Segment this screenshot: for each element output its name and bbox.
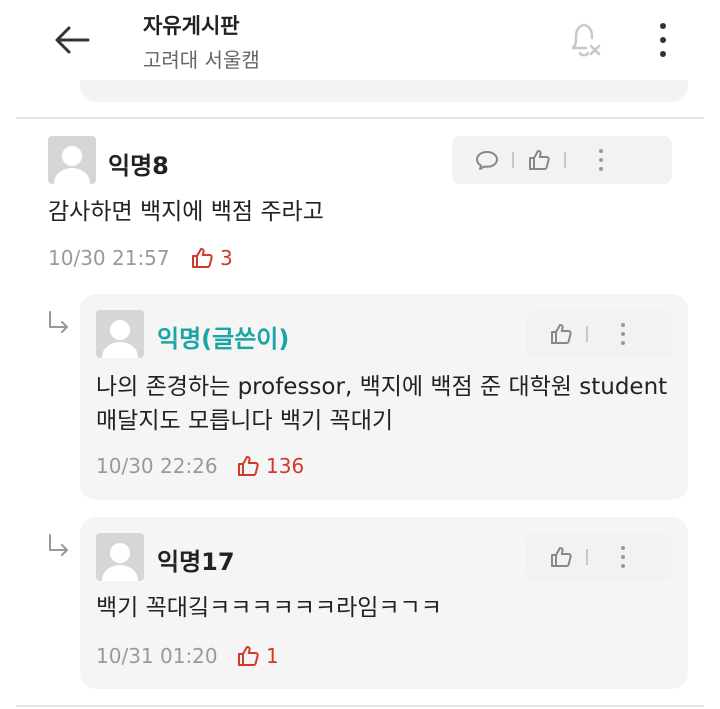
thumbs-up-icon — [192, 248, 213, 268]
comment-like-count: 3 — [190, 246, 233, 270]
more-vertical-icon — [621, 323, 625, 345]
reply-card: 익명(글쓴이) 나의 존경하는 professor, 백지에 백점 준 대학원 … — [80, 294, 688, 500]
reply-action-bar — [526, 533, 672, 581]
comment-more-button[interactable] — [576, 136, 626, 184]
avatar — [96, 533, 144, 581]
avatar — [48, 136, 96, 184]
app-header: 자유게시판 고려대 서울캠 — [0, 0, 720, 88]
comment-text: 감사하면 백지에 백점 주라고 — [48, 199, 324, 225]
comment-icon — [476, 151, 498, 170]
more-vertical-icon — [660, 23, 666, 29]
comment-time: 10/30 21:57 — [48, 246, 170, 270]
reply-arrow-icon — [49, 534, 68, 556]
more-options-button[interactable] — [648, 18, 678, 62]
like-button[interactable] — [514, 136, 564, 184]
thumbs-up-icon — [238, 646, 259, 666]
back-button[interactable] — [52, 22, 92, 58]
reply-time: 10/30 22:26 — [96, 454, 218, 478]
avatar — [96, 310, 144, 358]
reply-time: 10/31 01:20 — [96, 644, 218, 668]
comment-author: 익명8 — [108, 152, 169, 180]
like-count-value: 136 — [266, 454, 305, 478]
reply-card: 익명17 백기 꼭대깈ㅋㅋㅋㅋㅋㅋ라임ㅋㄱㅋ 10/31 01:20 1 — [80, 517, 688, 689]
divider — [16, 705, 704, 707]
more-vertical-icon — [599, 149, 603, 171]
bell-off-icon — [571, 23, 601, 57]
more-vertical-icon — [621, 546, 625, 568]
reply-like-count: 136 — [236, 454, 304, 478]
board-title: 자유게시판 — [143, 14, 240, 38]
reply-button[interactable] — [462, 136, 512, 184]
reply-author-op: 익명(글쓴이) — [157, 325, 290, 353]
thumbs-up-icon — [551, 547, 572, 567]
reply-more-button[interactable] — [598, 310, 648, 358]
reply-action-bar — [526, 310, 672, 358]
thumbs-up-icon — [551, 324, 572, 344]
back-arrow-icon — [55, 26, 90, 54]
board-subtitle: 고려대 서울캠 — [143, 48, 260, 72]
thumbs-up-icon — [238, 456, 259, 476]
thumbs-up-icon — [529, 150, 550, 170]
reply-like-count: 1 — [236, 644, 279, 668]
like-count-value: 1 — [266, 644, 279, 668]
reply-arrow-icon — [49, 311, 68, 333]
comment-action-bar — [452, 136, 672, 184]
previous-reply-card-edge — [80, 80, 688, 102]
divider — [16, 117, 704, 119]
reply-author: 익명17 — [157, 548, 235, 576]
like-button[interactable] — [536, 533, 586, 581]
notification-toggle-button[interactable] — [562, 18, 606, 62]
reply-text: 백기 꼭대깈ㅋㅋㅋㅋㅋㅋ라임ㅋㄱㅋ — [96, 595, 442, 621]
reply-more-button[interactable] — [598, 533, 648, 581]
reply-text: 나의 존경하는 professor, 백지에 백점 준 대학원 student … — [96, 374, 668, 434]
like-count-value: 3 — [220, 246, 233, 270]
like-button[interactable] — [536, 310, 586, 358]
